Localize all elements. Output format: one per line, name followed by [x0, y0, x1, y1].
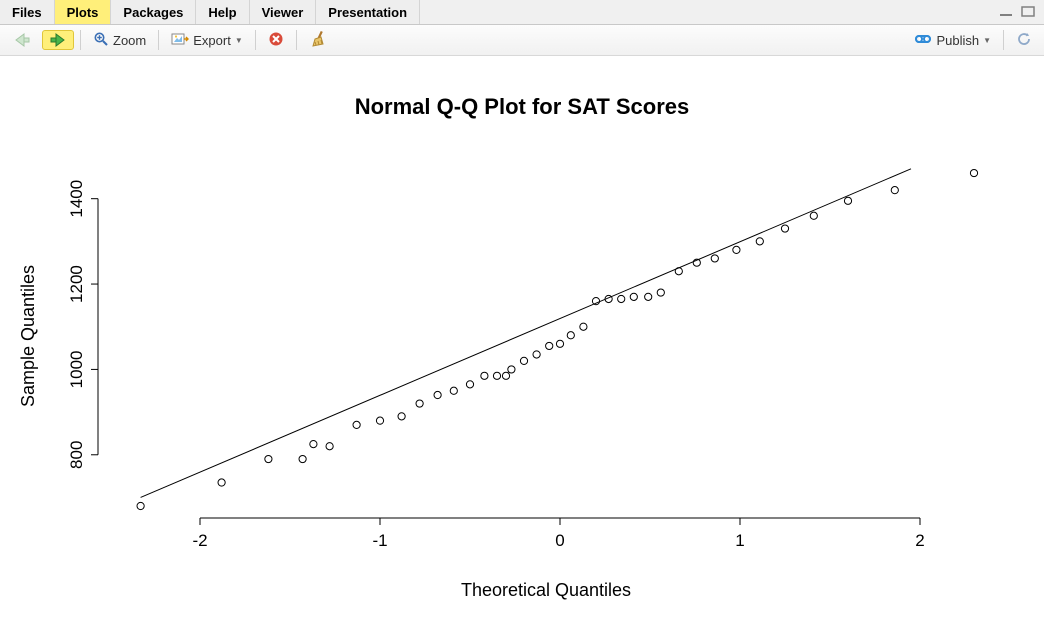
data-point — [218, 479, 225, 486]
zoom-button[interactable]: Zoom — [87, 29, 152, 52]
data-point — [310, 441, 317, 448]
y-axis-label: Sample Quantiles — [18, 265, 38, 407]
data-point — [657, 289, 664, 296]
data-point — [353, 421, 360, 428]
data-point — [533, 351, 540, 358]
data-point — [580, 323, 587, 330]
y-tick-label: 1200 — [67, 265, 86, 303]
plot-canvas: Normal Q-Q Plot for SAT Scores Theoretic… — [0, 56, 1044, 632]
y-tick-label: 800 — [67, 441, 86, 469]
tab-packages[interactable]: Packages — [111, 0, 196, 24]
data-point — [326, 443, 333, 450]
nav-back-button[interactable] — [6, 30, 38, 50]
zoom-icon — [93, 31, 109, 50]
data-point — [299, 455, 306, 462]
tab-plots[interactable]: Plots — [55, 0, 112, 24]
x-axis-label: Theoretical Quantiles — [461, 580, 631, 600]
chart-title: Normal Q-Q Plot for SAT Scores — [355, 94, 690, 119]
data-point — [376, 417, 383, 424]
x-tick-label: -2 — [192, 531, 207, 550]
pane-tabstrip: Files Plots Packages Help Viewer Present… — [0, 0, 1044, 25]
data-point — [711, 255, 718, 262]
export-label: Export — [193, 33, 231, 48]
data-point — [630, 293, 637, 300]
data-point — [556, 340, 563, 347]
toolbar-separator — [255, 30, 256, 50]
toolbar-separator — [1003, 30, 1004, 50]
refresh-button[interactable] — [1010, 29, 1038, 52]
data-point — [481, 372, 488, 379]
publish-label: Publish — [936, 33, 979, 48]
x-tick-label: 0 — [555, 531, 564, 550]
export-button[interactable]: Export ▼ — [165, 30, 249, 51]
data-point — [265, 455, 272, 462]
clear-all-button[interactable] — [303, 28, 333, 53]
publish-button[interactable]: Publish ▼ — [908, 30, 997, 51]
data-point — [520, 357, 527, 364]
qq-plot: Normal Q-Q Plot for SAT Scores Theoretic… — [0, 56, 1044, 632]
data-point — [618, 295, 625, 302]
y-tick-label: 1000 — [67, 351, 86, 389]
x-tick-label: -1 — [372, 531, 387, 550]
data-point — [466, 381, 473, 388]
data-point — [756, 238, 763, 245]
data-point — [844, 197, 851, 204]
data-point — [416, 400, 423, 407]
data-point — [645, 293, 652, 300]
y-tick-label: 1400 — [67, 180, 86, 218]
tab-help[interactable]: Help — [196, 0, 249, 24]
data-point — [810, 212, 817, 219]
tab-presentation[interactable]: Presentation — [316, 0, 420, 24]
tab-files[interactable]: Files — [0, 0, 55, 24]
tab-viewer[interactable]: Viewer — [250, 0, 317, 24]
remove-icon — [268, 31, 284, 50]
export-icon — [171, 32, 189, 49]
data-point — [434, 391, 441, 398]
x-tick-label: 1 — [735, 531, 744, 550]
data-point — [781, 225, 788, 232]
data-point — [733, 246, 740, 253]
publish-icon — [914, 32, 932, 49]
data-point — [398, 413, 405, 420]
data-point — [450, 387, 457, 394]
x-tick-label: 2 — [915, 531, 924, 550]
data-point — [502, 372, 509, 379]
plots-toolbar: Zoom Export ▼ Publish ▼ — [0, 25, 1044, 56]
qq-reference-line — [141, 169, 911, 498]
toolbar-separator — [158, 30, 159, 50]
minimize-pane-icon[interactable] — [998, 5, 1016, 19]
toolbar-separator — [80, 30, 81, 50]
broom-icon — [309, 30, 327, 51]
data-point — [970, 169, 977, 176]
data-point — [891, 187, 898, 194]
nav-forward-button[interactable] — [42, 30, 74, 50]
chevron-down-icon: ▼ — [983, 36, 991, 45]
data-point — [508, 366, 515, 373]
zoom-label: Zoom — [113, 33, 146, 48]
maximize-pane-icon[interactable] — [1020, 5, 1038, 19]
toolbar-separator — [296, 30, 297, 50]
chevron-down-icon: ▼ — [235, 36, 243, 45]
refresh-icon — [1016, 31, 1032, 50]
data-point — [493, 372, 500, 379]
data-point — [567, 332, 574, 339]
data-point — [546, 342, 553, 349]
remove-plot-button[interactable] — [262, 29, 290, 52]
data-point — [137, 502, 144, 509]
